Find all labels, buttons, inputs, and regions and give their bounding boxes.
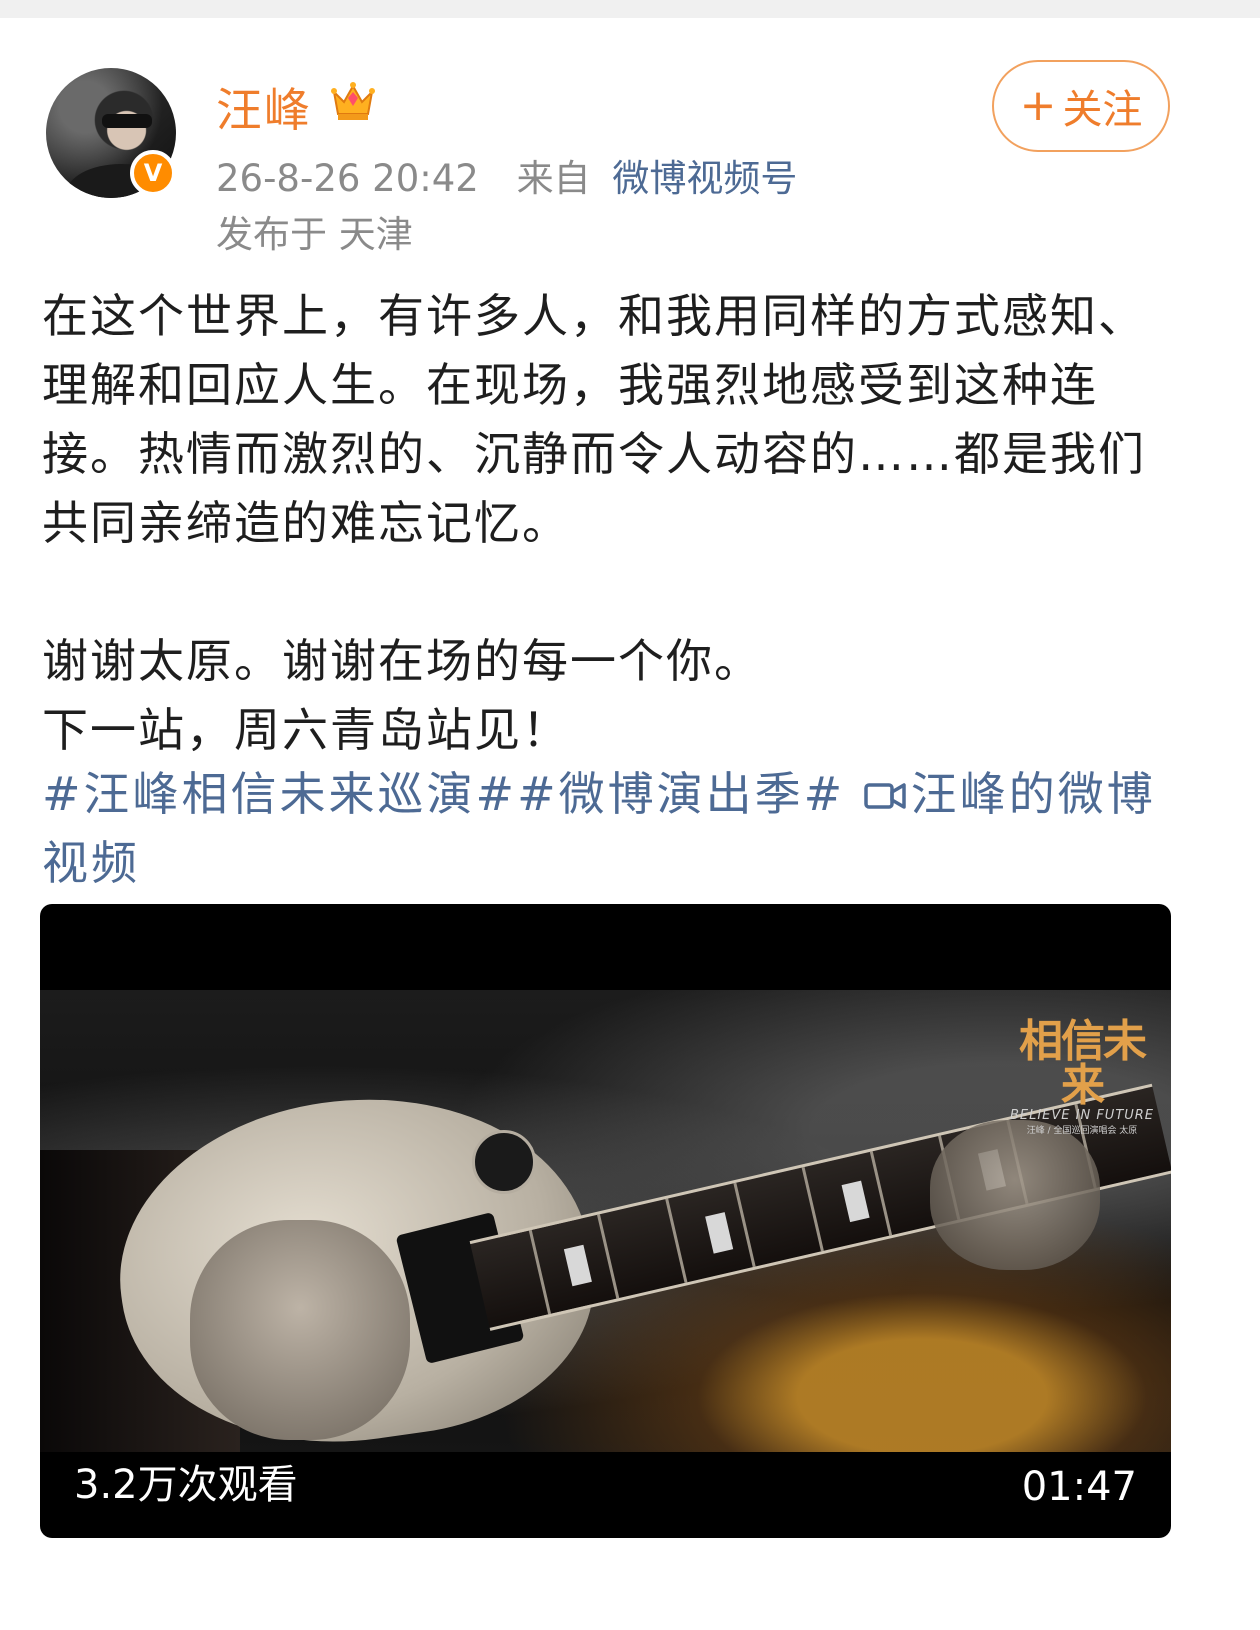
- author-name[interactable]: 汪峰: [216, 74, 312, 140]
- thumbnail-fretting-hand: [930, 1120, 1100, 1270]
- from-label: 来自: [516, 157, 591, 200]
- video-duration: 01:47: [1021, 1464, 1137, 1510]
- status-strip: [0, 0, 1260, 18]
- hashtag-links[interactable]: #汪峰相信未来巡演##微博演出季#: [42, 767, 845, 821]
- concert-logo-subtitle: BELIEVE IN FUTURE: [1009, 1108, 1155, 1123]
- thumbnail-guitar-knob: [472, 1130, 536, 1194]
- post-location: 发布于 天津: [216, 213, 413, 256]
- post-body: 在这个世界上，有许多人，和我用同样的方式感知、理解和回应人生。在现场，我强烈地感…: [42, 282, 1177, 765]
- follow-label: 关注: [1062, 87, 1143, 133]
- fret: [869, 1151, 893, 1236]
- source-link[interactable]: 微博视频号: [612, 157, 797, 200]
- concert-logo: 相信未来 BELIEVE IN FUTURE 汪峰 / 全国巡回演唱会 太原: [1007, 1016, 1157, 1137]
- view-count: 3.2万次观看: [74, 1462, 298, 1508]
- fret: [665, 1198, 688, 1283]
- fret-inlay: [705, 1212, 734, 1254]
- post-meta: 26-8-26 20:42 来自 微博视频号: [216, 148, 797, 202]
- post-datetime: 26-8-26 20:42: [216, 157, 479, 200]
- fret: [596, 1214, 620, 1299]
- verified-badge-icon: V: [130, 150, 176, 196]
- hashtag-line: #汪峰相信未来巡演##微博演出季# 汪峰的微博视频: [42, 760, 1177, 898]
- concert-logo-title: 相信未来: [1019, 1016, 1147, 1111]
- post-line-thanks: 谢谢太原。谢谢在场的每一个你。: [42, 634, 762, 688]
- fret: [733, 1182, 756, 1268]
- plus-icon: +: [1019, 80, 1057, 131]
- thumbnail-strumming-hand: [190, 1220, 410, 1440]
- follow-button[interactable]: + 关注: [992, 60, 1170, 152]
- fret: [801, 1166, 824, 1252]
- post-paragraph: 在这个世界上，有许多人，和我用同样的方式感知、理解和回应人生。在现场，我强烈地感…: [42, 289, 1146, 550]
- post-line-next: 下一站，周六青岛站见！: [42, 703, 570, 757]
- video-player[interactable]: 相信未来 BELIEVE IN FUTURE 汪峰 / 全国巡回演唱会 太原 3…: [40, 904, 1171, 1538]
- concert-logo-caption: 汪峰 / 全国巡回演唱会 太原: [1026, 1126, 1138, 1136]
- video-thumbnail: 相信未来 BELIEVE IN FUTURE 汪峰 / 全国巡回演唱会 太原: [40, 990, 1171, 1452]
- video-camera-icon: [864, 783, 906, 809]
- fret: [528, 1229, 552, 1315]
- avatar-glasses: [102, 114, 152, 128]
- fret-inlay: [841, 1180, 870, 1223]
- fret-inlay: [563, 1244, 592, 1287]
- crown-icon: [331, 82, 375, 120]
